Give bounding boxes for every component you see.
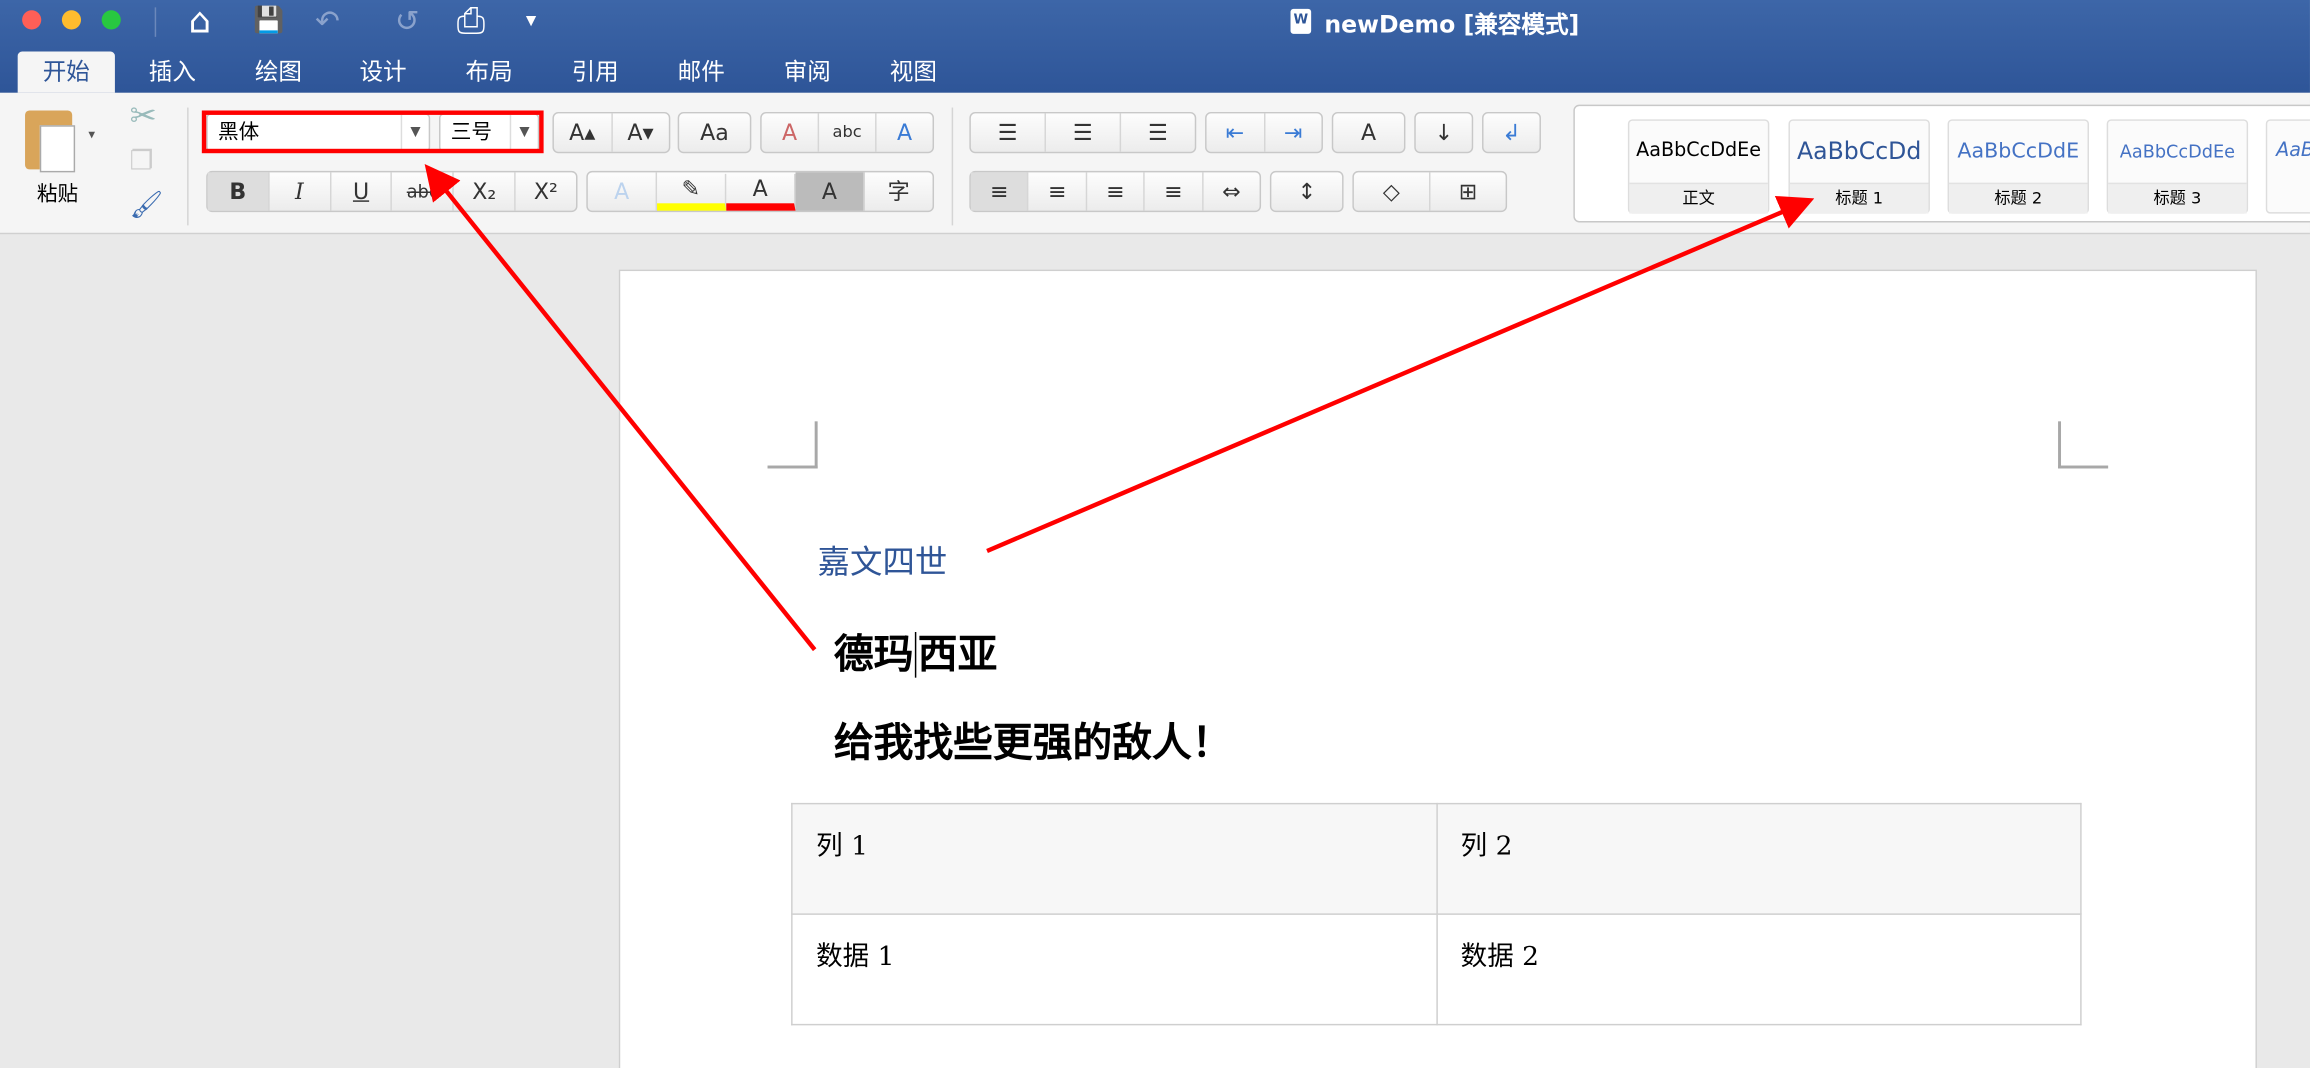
annotation-arrow-style bbox=[986, 195, 1815, 554]
annotation-arrow-font bbox=[424, 163, 817, 652]
annotation-arrows bbox=[424, 163, 1815, 652]
